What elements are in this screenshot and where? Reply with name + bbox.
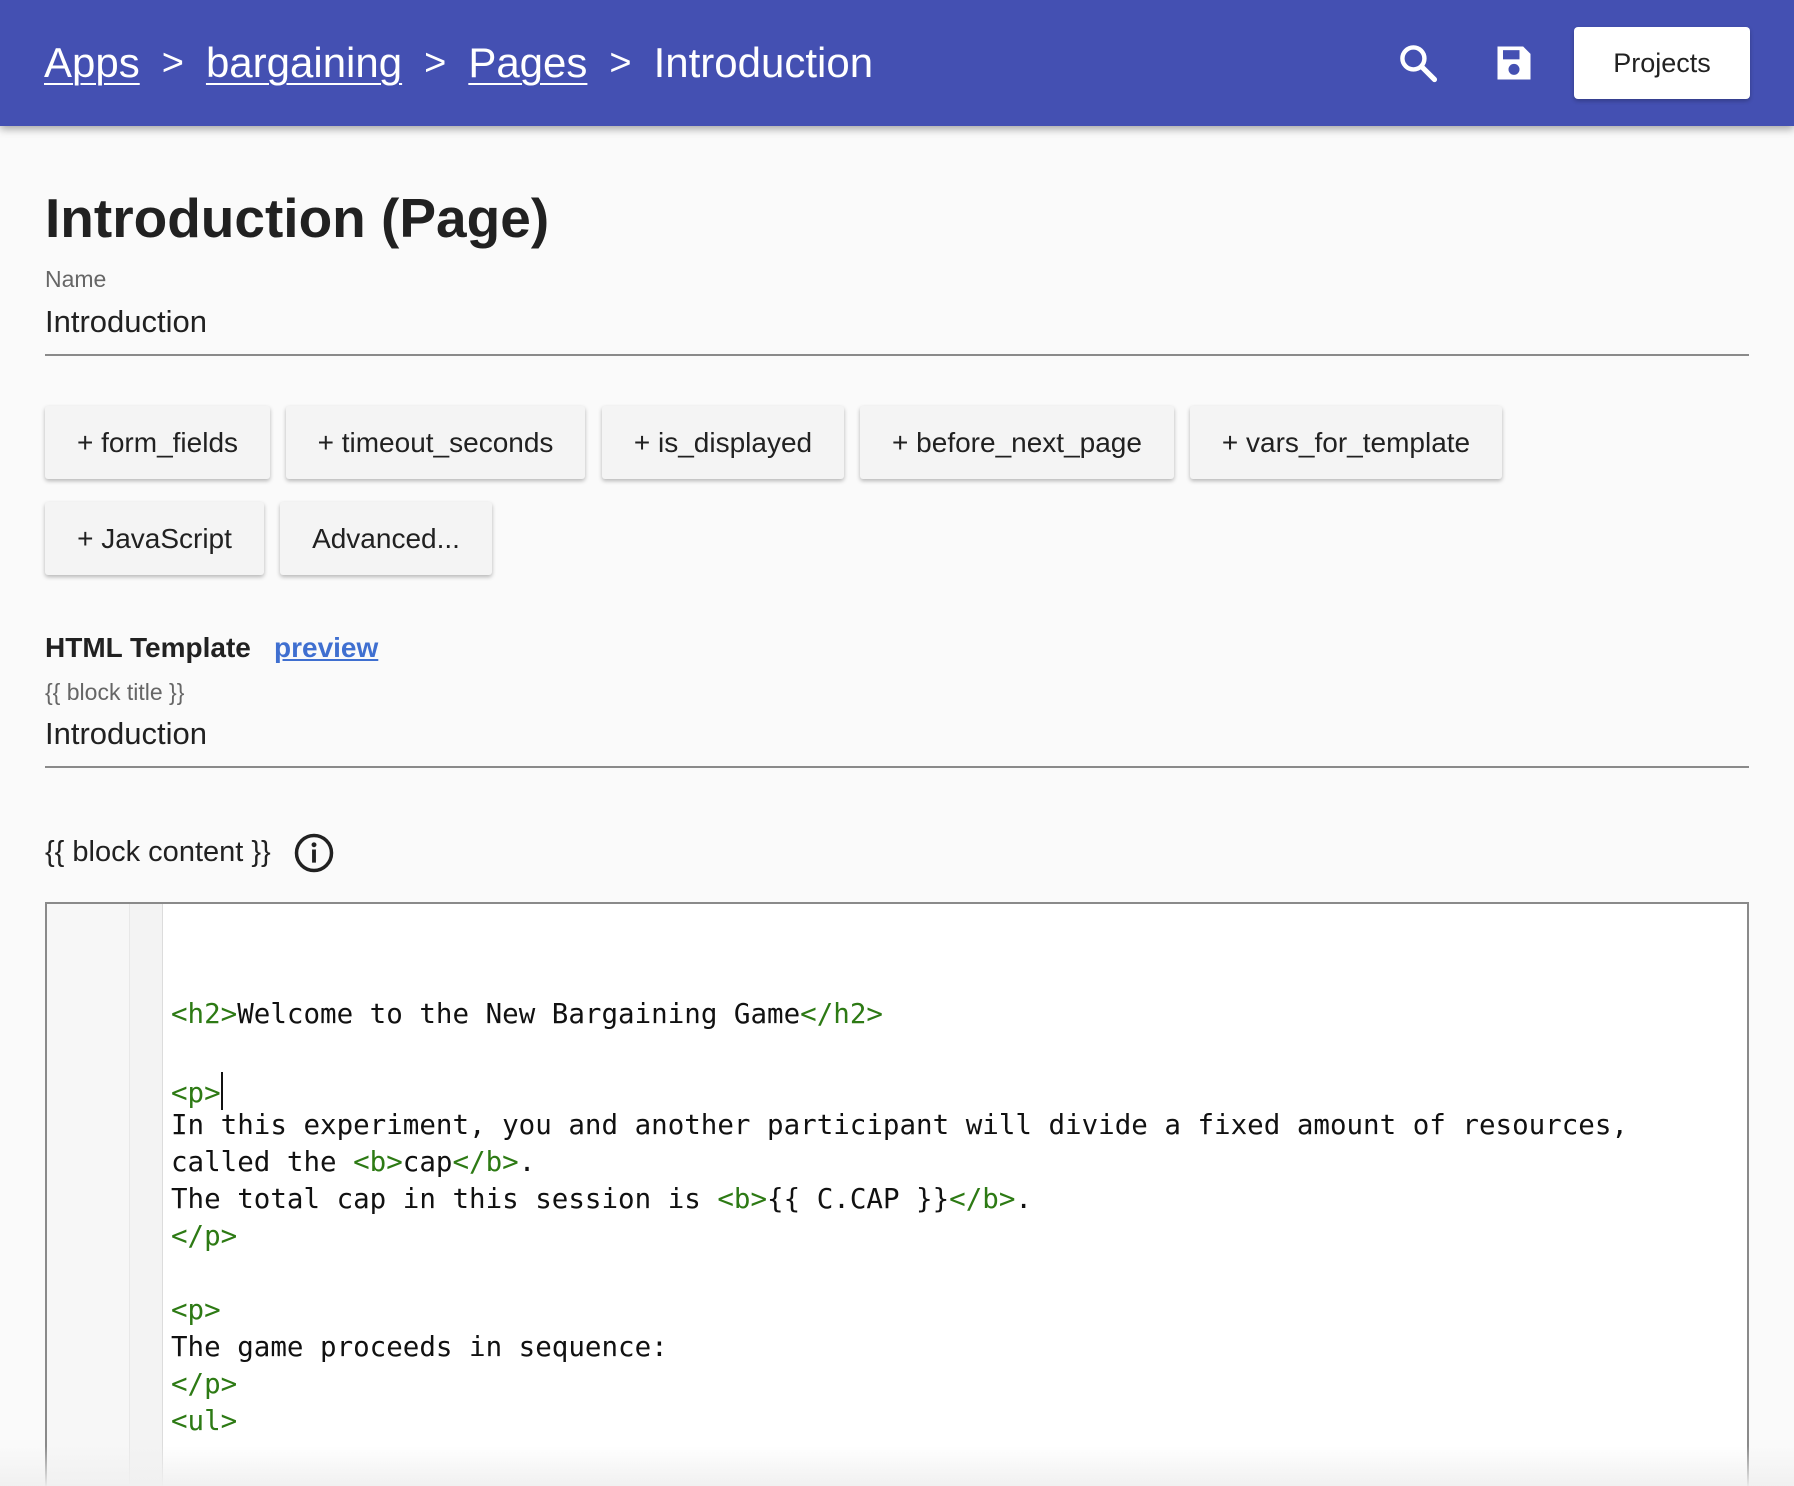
editor-gutter (47, 904, 129, 1486)
projects-button[interactable]: Projects (1574, 27, 1750, 99)
code-tag: </p> (171, 1368, 238, 1400)
toolbar-actions: Projects (1388, 0, 1794, 126)
html-template-heading: HTML Template (45, 632, 251, 663)
code-line: <p> (171, 1294, 221, 1326)
code-line: The total cap in this session is <b>{{ C… (171, 1183, 1032, 1215)
add-before-next-page-button[interactable]: + before_next_page (860, 406, 1174, 479)
info-button[interactable] (293, 832, 335, 879)
breadcrumb-separator: > (609, 41, 632, 84)
code-text: called the (171, 1146, 354, 1178)
code-tag: </p> (171, 1220, 238, 1252)
editor-fold-gutter (129, 904, 163, 1486)
code-text: . (518, 1146, 536, 1178)
breadcrumb-link-pages[interactable]: Pages (468, 39, 587, 87)
code-line: called the <b>cap</b>. (171, 1146, 535, 1178)
code-text: In this experiment, you and another part… (171, 1109, 1628, 1141)
breadcrumb-link-apps[interactable]: Apps (44, 39, 140, 87)
info-icon (294, 833, 334, 873)
block-content-label: {{ block content }} (45, 836, 271, 868)
code-tag: </b> (452, 1146, 519, 1178)
code-text: cap (402, 1146, 453, 1178)
code-line: In this experiment, you and another part… (171, 1109, 1628, 1141)
name-field-underline (45, 354, 1749, 356)
code-text: . (1015, 1183, 1032, 1215)
breadcrumb-separator: > (161, 41, 184, 84)
block-title-input[interactable]: Introduction (45, 716, 207, 752)
add-javascript-button[interactable]: + JavaScript (45, 502, 264, 575)
name-field-input[interactable]: Introduction (45, 304, 207, 340)
save-button[interactable] (1484, 33, 1544, 93)
code-line: <ul> (171, 1405, 237, 1437)
advanced-button[interactable]: Advanced... (280, 502, 492, 575)
code-line: </p> (171, 1368, 237, 1400)
code-line: <p> (171, 1072, 223, 1110)
search-icon (1400, 45, 1438, 83)
text-cursor (220, 1072, 223, 1110)
code-line: </p> (171, 1220, 237, 1252)
save-icon (1497, 46, 1531, 80)
add-form-fields-button[interactable]: + form_fields (45, 406, 270, 479)
breadcrumb-current: Introduction (653, 39, 874, 86)
search-button[interactable] (1388, 33, 1448, 93)
block-title-underline (45, 766, 1749, 768)
breadcrumb: Apps > bargaining > Pages > Introduction (44, 39, 873, 87)
code-tag: <h2> (171, 998, 238, 1030)
code-text: The total cap in this session is (171, 1183, 718, 1215)
block-title-label: {{ block title }} (45, 679, 185, 705)
page-title: Introduction (Page) (45, 187, 550, 249)
code-text: The game proceeds in sequence: (171, 1331, 668, 1363)
code-text: Welcome to the New Bargaining Game (237, 998, 801, 1030)
top-app-bar: Apps > bargaining > Pages > Introduction… (0, 0, 1794, 126)
name-field-label: Name (45, 266, 107, 292)
code-tag: </b> (949, 1183, 1016, 1215)
code-tag: <ul> (171, 1405, 238, 1437)
breadcrumb-separator: > (424, 41, 447, 84)
code-tag: <p> (171, 1077, 221, 1109)
add-vars-for-template-button[interactable]: + vars_for_template (1190, 406, 1502, 479)
code-content[interactable]: <h2>Welcome to the New Bargaining Game</… (171, 904, 1741, 1486)
breadcrumb-link-bargaining[interactable]: bargaining (206, 39, 402, 87)
code-text: {{ C.CAP }} (767, 1183, 950, 1215)
add-timeout-seconds-button[interactable]: + timeout_seconds (286, 406, 585, 479)
code-tag: <p> (171, 1294, 221, 1326)
add-is-displayed-button[interactable]: + is_displayed (602, 406, 844, 479)
code-tag: <b> (717, 1183, 768, 1215)
code-tag: <b> (353, 1146, 403, 1178)
preview-link[interactable]: preview (274, 632, 378, 664)
code-line: <h2>Welcome to the New Bargaining Game</… (171, 998, 883, 1030)
code-line: The game proceeds in sequence: (171, 1331, 668, 1363)
code-editor[interactable]: <h2>Welcome to the New Bargaining Game</… (45, 902, 1749, 1486)
code-tag: </h2> (800, 998, 883, 1030)
